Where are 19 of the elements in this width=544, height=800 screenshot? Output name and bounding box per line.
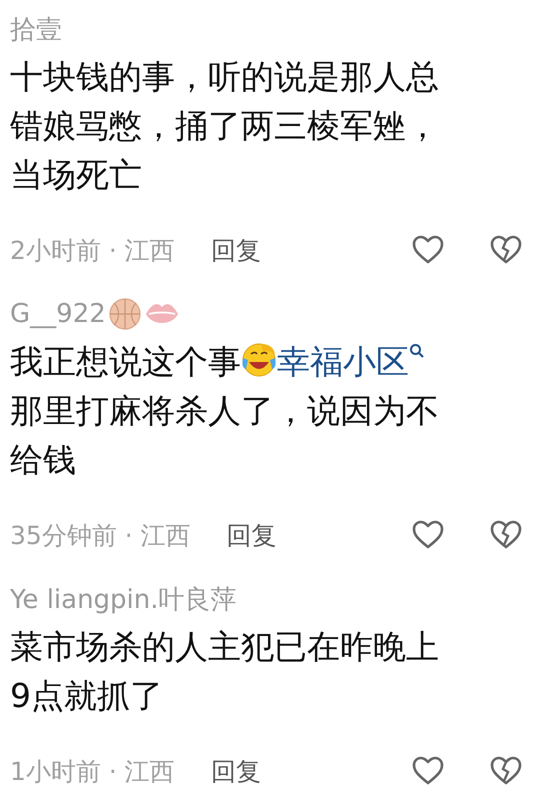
comment-text: 我正想说这个事 幸福小区 那里打麻将杀人了，说因为不 给钱: [10, 341, 440, 481]
laughing-face-icon: [241, 342, 277, 378]
comment-meta: 1小时前 · 江西: [10, 756, 175, 788]
broken-heart-icon[interactable]: [490, 520, 522, 550]
comment-meta: 2小时前 · 江西: [10, 234, 175, 266]
topic-link[interactable]: 幸福小区: [277, 342, 425, 381]
reply-link[interactable]: 回复: [210, 754, 261, 788]
broken-heart-icon[interactable]: [490, 235, 522, 265]
basketball-icon: [108, 297, 142, 331]
comment-text: 菜市场杀的人主犯已在昨晚上 9点就抓了: [10, 626, 440, 717]
comment-meta: 35分钟前 · 江西: [10, 520, 191, 552]
search-icon: [409, 343, 425, 359]
heart-icon[interactable]: [412, 520, 444, 550]
heart-icon[interactable]: [412, 756, 444, 786]
heart-icon[interactable]: [412, 235, 444, 265]
broken-heart-icon[interactable]: [490, 756, 522, 786]
reply-link[interactable]: 回复: [226, 518, 277, 552]
comment-text: 十块钱的事，听的说是那人总 错娘骂憋，捅了两三棱军矬， 当场死亡: [10, 56, 440, 196]
reply-link[interactable]: 回复: [210, 234, 261, 266]
